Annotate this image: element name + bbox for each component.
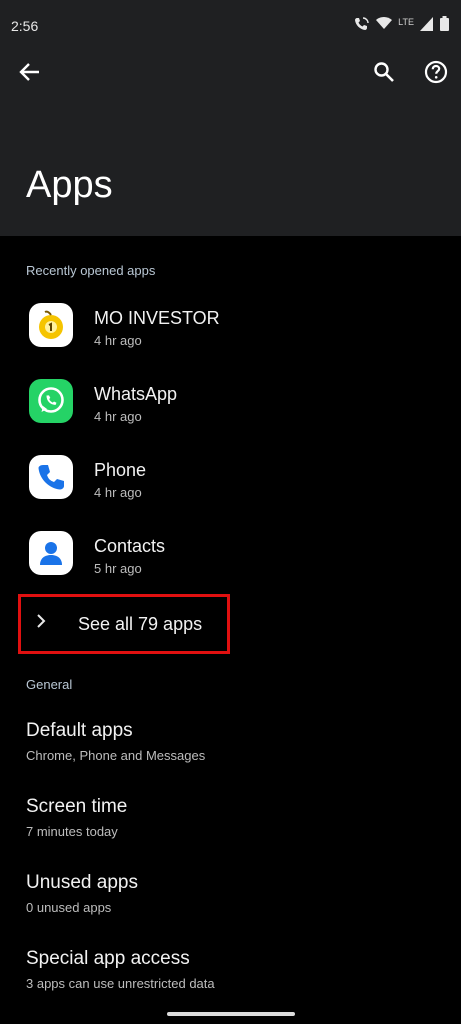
setting-title: Screen time [26,796,128,817]
app-last-opened: 4 hr ago [94,485,142,500]
page-title: Apps [26,164,113,206]
setting-subtitle: 3 apps can use unrestricted data [26,976,215,991]
setting-title: Special app access [26,948,190,969]
contacts-icon [29,531,73,575]
setting-special-app-access[interactable]: Special app access 3 apps can use unrest… [26,948,446,1008]
chevron-right-icon [35,613,47,634]
app-name: MO INVESTOR [94,308,220,328]
gesture-nav-handle[interactable] [167,1012,295,1016]
see-all-apps-button[interactable]: See all 79 apps [18,594,230,654]
status-icons: LTE [354,16,449,36]
setting-screen-time[interactable]: Screen time 7 minutes today [26,796,446,856]
recent-app-whatsapp[interactable]: WhatsApp 4 hr ago [0,379,461,451]
search-button[interactable] [366,56,402,92]
back-button[interactable] [12,56,48,92]
help-button[interactable] [418,56,454,92]
mo-investor-icon [29,303,73,347]
app-name: Phone [94,460,147,480]
signal-icon [420,16,434,36]
whatsapp-icon [29,379,73,423]
app-last-opened: 5 hr ago [94,561,142,576]
app-name: Contacts [94,536,166,556]
app-name: WhatsApp [94,384,178,404]
recent-app-phone[interactable]: Phone 4 hr ago [0,455,461,527]
status-time: 2:56 [11,18,39,34]
section-label-recent: Recently opened apps [26,263,156,278]
recent-app-mo-investor[interactable]: MO INVESTOR 4 hr ago [0,303,461,375]
setting-subtitle: 7 minutes today [26,824,118,839]
setting-title: Default apps [26,720,133,741]
help-icon [424,60,448,89]
app-bar: 2:56 LTE Apps [0,0,461,236]
setting-default-apps[interactable]: Default apps Chrome, Phone and Messages [26,720,446,780]
see-all-apps-label: See all 79 apps [78,614,203,634]
app-last-opened: 4 hr ago [94,409,142,424]
back-arrow-icon [19,61,41,88]
setting-unused-apps[interactable]: Unused apps 0 unused apps [26,872,446,932]
phone-icon [29,455,73,499]
search-icon [373,61,395,88]
wifi-calling-icon [354,16,370,36]
setting-subtitle: Chrome, Phone and Messages [26,748,206,763]
wifi-icon [376,17,393,35]
battery-icon [440,16,449,36]
setting-title: Unused apps [26,872,138,893]
recent-app-contacts[interactable]: Contacts 5 hr ago [0,531,461,603]
setting-subtitle: 0 unused apps [26,900,112,915]
app-last-opened: 4 hr ago [94,333,142,348]
section-label-general: General [26,677,73,692]
network-type-label: LTE [398,17,414,27]
